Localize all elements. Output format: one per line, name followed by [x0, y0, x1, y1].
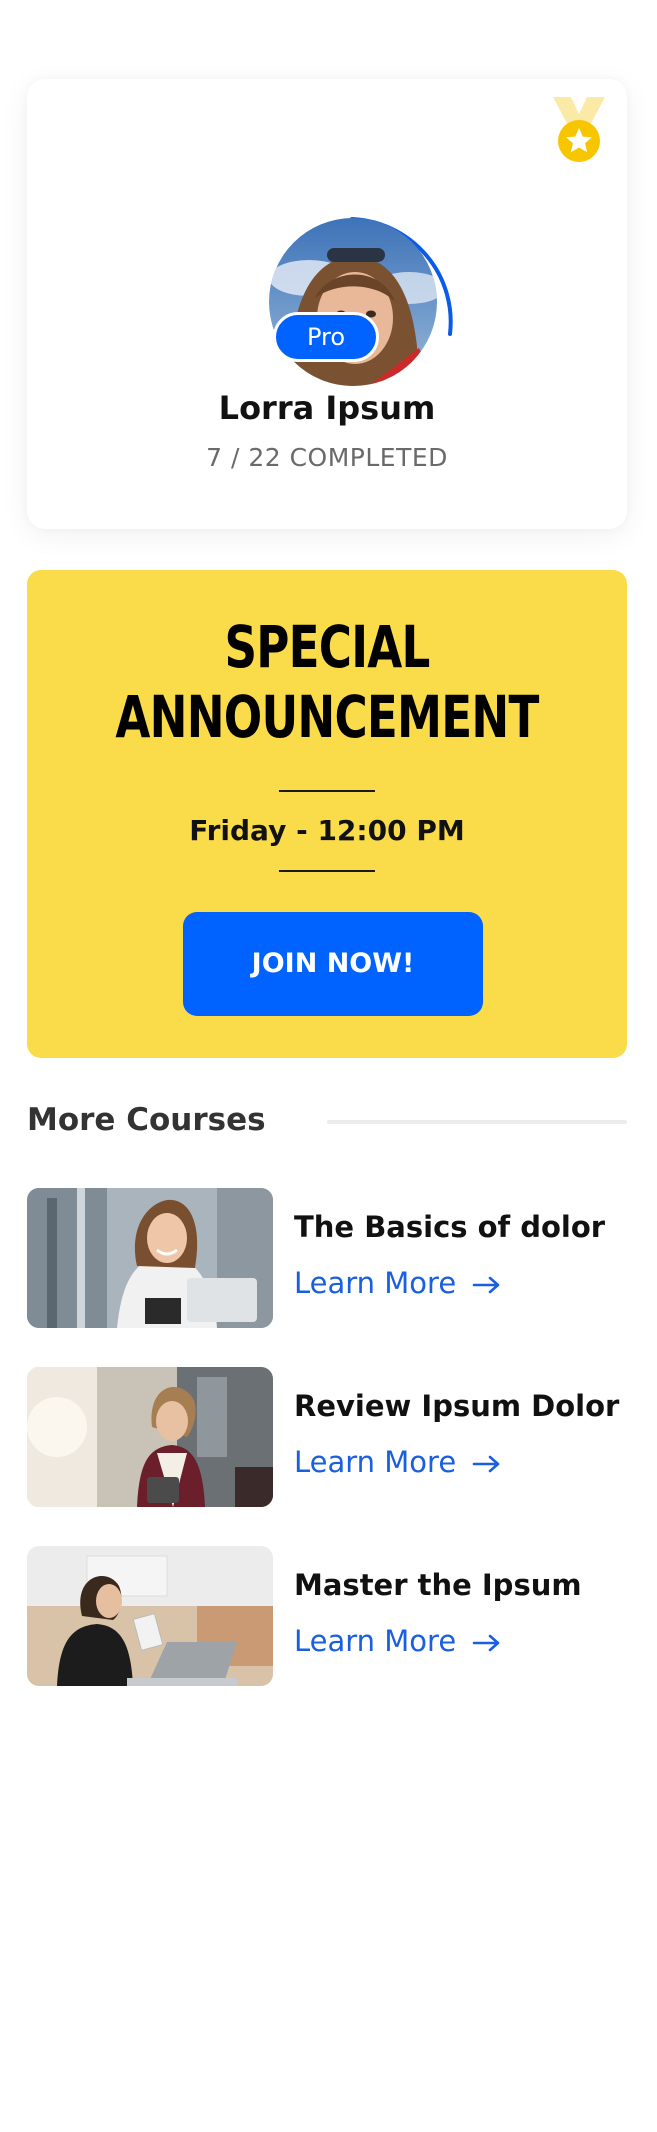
course-item[interactable]: The Basics of dolor Learn More: [27, 1188, 627, 1328]
learn-more-link[interactable]: Learn More: [294, 1445, 502, 1479]
profile-name: Lorra Ipsum: [218, 389, 436, 427]
completion-status: 7 / 22 COMPLETED: [206, 443, 448, 472]
learn-more-label[interactable]: Learn More: [294, 1266, 456, 1300]
course-item[interactable]: Master the Ipsum Learn More: [27, 1546, 627, 1686]
announcement-title-line2: ANNOUNCEMENT: [115, 683, 539, 751]
course-title: Master the Ipsum: [294, 1568, 582, 1602]
arrow-right-icon: [472, 1455, 500, 1473]
learn-more-label[interactable]: Learn More: [294, 1445, 456, 1479]
pro-badge: Pro: [273, 312, 379, 362]
announcement-banner: SPECIAL ANNOUNCEMENT Friday - 12:00 PM J…: [27, 570, 627, 1058]
section-divider: [327, 1120, 627, 1124]
course-thumbnail[interactable]: [27, 1546, 273, 1686]
course-thumbnail[interactable]: [27, 1367, 273, 1507]
learn-more-link[interactable]: Learn More: [294, 1266, 502, 1300]
announcement-time: Friday - 12:00 PM: [189, 814, 465, 847]
announcement-title: SPECIAL ANNOUNCEMENT: [93, 612, 561, 752]
more-courses-heading: More Courses: [27, 1102, 266, 1138]
medal-icon: [553, 97, 605, 162]
course-item[interactable]: Review Ipsum Dolor Learn More: [27, 1367, 627, 1507]
course-thumbnail[interactable]: [27, 1188, 273, 1328]
course-title: Review Ipsum Dolor: [294, 1389, 620, 1423]
profile-card: Pro Lorra Ipsum 7 / 22 COMPLETED: [27, 79, 627, 529]
join-now-button[interactable]: JOIN NOW!: [183, 912, 483, 1016]
learn-more-label[interactable]: Learn More: [294, 1624, 456, 1658]
course-title: The Basics of dolor: [294, 1210, 606, 1244]
divider: [279, 870, 375, 872]
learn-more-link[interactable]: Learn More: [294, 1624, 502, 1658]
divider: [279, 790, 375, 792]
arrow-right-icon: [472, 1276, 500, 1294]
announcement-title-line1: SPECIAL: [224, 613, 430, 681]
arrow-right-icon: [472, 1634, 500, 1652]
